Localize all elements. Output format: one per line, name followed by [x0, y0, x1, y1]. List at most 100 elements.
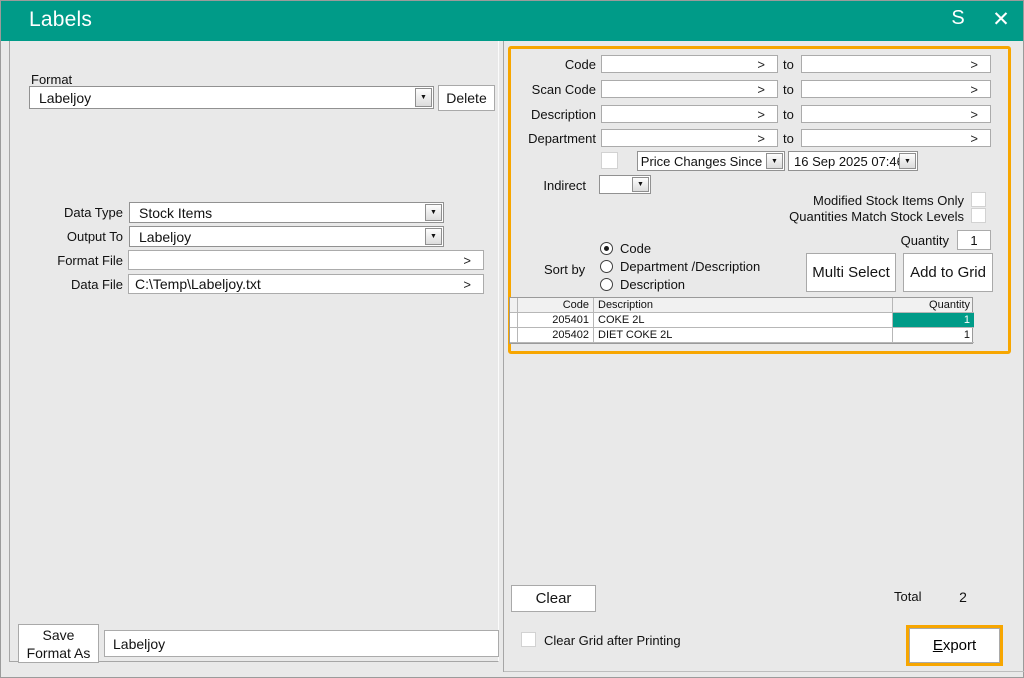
sort-option-department-description[interactable]: Department /Description [600, 259, 760, 274]
quantity-cell-selected[interactable]: 1 [893, 313, 974, 328]
output-to-combobox[interactable]: Labeljoy ▼ [129, 226, 444, 247]
lookup-arrow-icon[interactable]: > [970, 106, 978, 122]
price-changes-date-value: 16 Sep 2025 07:46 [794, 152, 904, 170]
data-file-input[interactable]: C:\Temp\Labeljoy.txt > [128, 274, 484, 294]
to-label: to [783, 107, 794, 122]
description-from-input[interactable]: > [601, 105, 778, 123]
add-to-grid-button[interactable]: Add to Grid [903, 253, 993, 292]
right-panel-bottom-line [504, 671, 1024, 672]
lookup-arrow-icon[interactable]: > [970, 130, 978, 146]
radio-icon [600, 260, 613, 273]
dropdown-arrow-icon[interactable]: ▼ [632, 177, 649, 192]
radio-icon [600, 278, 613, 291]
data-file-value: C:\Temp\Labeljoy.txt [135, 275, 261, 293]
lookup-arrow-icon[interactable]: > [757, 56, 765, 72]
clear-grid-after-printing-label: Clear Grid after Printing [544, 633, 681, 648]
clear-button[interactable]: Clear [511, 585, 596, 612]
indirect-combobox[interactable]: ▼ [599, 175, 651, 194]
browse-arrow-icon[interactable]: > [463, 275, 471, 293]
save-name-value: Labeljoy [113, 631, 165, 656]
delete-button[interactable]: Delete [438, 85, 495, 111]
sort-option-code[interactable]: Code [600, 241, 651, 256]
description-to-input[interactable]: > [801, 105, 991, 123]
export-button[interactable]: Export [909, 628, 1000, 663]
quantity-value: 1 [958, 231, 990, 249]
dropdown-arrow-icon[interactable]: ▼ [899, 153, 916, 169]
quantities-match-label: Quantities Match Stock Levels [762, 209, 964, 224]
scan-code-range-label: Scan Code [506, 82, 596, 97]
data-type-combobox[interactable]: Stock Items ▼ [129, 202, 444, 223]
lookup-arrow-icon[interactable]: > [757, 130, 765, 146]
format-file-label: Format File [21, 253, 123, 268]
sort-option-description[interactable]: Description [600, 277, 685, 292]
dropdown-arrow-icon[interactable]: ▼ [425, 204, 442, 221]
titlebar: Labels S ✕ [1, 1, 1023, 41]
modified-stock-items-label: Modified Stock Items Only [764, 193, 964, 208]
scan-code-to-input[interactable]: > [801, 80, 991, 98]
quantity-input[interactable]: 1 [957, 230, 991, 250]
window-title: Labels [29, 8, 92, 32]
grid-row[interactable]: 205401 COKE 2L 1 [510, 313, 972, 328]
close-icon[interactable]: ✕ [987, 7, 1015, 32]
price-changes-value: Price Changes Since [638, 152, 765, 170]
department-range-label: Department [506, 131, 596, 146]
data-file-label: Data File [21, 277, 123, 292]
code-column-header[interactable]: Code [518, 298, 594, 313]
format-label: Format [31, 72, 72, 87]
price-changes-checkbox[interactable] [601, 152, 618, 169]
labels-window: Labels S ✕ Format Labeljoy ▼ Delete Data… [0, 0, 1024, 678]
scan-code-from-input[interactable]: > [601, 80, 778, 98]
to-label: to [783, 57, 794, 72]
to-label: to [783, 82, 794, 97]
multi-select-button[interactable]: Multi Select [806, 253, 896, 292]
save-format-as-button[interactable]: Save Format As [18, 624, 99, 663]
quantity-column-header[interactable]: Quantity [893, 298, 974, 313]
dropdown-arrow-icon[interactable]: ▼ [425, 228, 442, 245]
price-changes-combobox[interactable]: Price Changes Since ▼ [637, 151, 785, 171]
items-grid: Code Description Quantity 205401 COKE 2L… [509, 297, 973, 344]
format-file-input[interactable]: > [128, 250, 484, 270]
export-highlight-box: Export [906, 625, 1003, 666]
skin-button[interactable]: S [946, 7, 970, 30]
code-to-input[interactable]: > [801, 55, 991, 73]
dropdown-arrow-icon[interactable]: ▼ [415, 88, 432, 107]
lookup-arrow-icon[interactable]: > [970, 81, 978, 97]
quantities-match-checkbox[interactable] [971, 208, 986, 223]
data-type-value: Stock Items [139, 203, 212, 222]
description-range-label: Description [506, 107, 596, 122]
clear-grid-after-printing-checkbox[interactable] [521, 632, 536, 647]
panel-divider [503, 41, 504, 672]
lookup-arrow-icon[interactable]: > [757, 106, 765, 122]
output-to-value: Labeljoy [139, 227, 191, 246]
indirect-label: Indirect [496, 178, 586, 193]
grid-header-row: Code Description Quantity [510, 298, 972, 313]
output-to-label: Output To [21, 229, 123, 244]
format-combobox[interactable]: Labeljoy ▼ [29, 86, 434, 109]
row-selector[interactable] [510, 313, 518, 328]
save-name-input[interactable]: Labeljoy [104, 630, 499, 657]
dropdown-arrow-icon[interactable]: ▼ [766, 153, 783, 169]
row-selector-column [510, 298, 518, 313]
browse-arrow-icon[interactable]: > [463, 251, 471, 269]
description-column-header[interactable]: Description [594, 298, 893, 313]
format-value: Labeljoy [39, 87, 91, 108]
modified-stock-items-checkbox[interactable] [971, 192, 986, 207]
sort-by-label: Sort by [544, 262, 585, 277]
lookup-arrow-icon[interactable]: > [970, 56, 978, 72]
left-panel [9, 41, 499, 662]
quantity-label: Quantity [849, 233, 949, 248]
total-label: Total [894, 589, 921, 604]
lookup-arrow-icon[interactable]: > [757, 81, 765, 97]
row-selector[interactable] [510, 328, 518, 343]
price-changes-date-picker[interactable]: 16 Sep 2025 07:46 ▼ [788, 151, 918, 171]
department-to-input[interactable]: > [801, 129, 991, 147]
grid-row[interactable]: 205402 DIET COKE 2L 1 [510, 328, 972, 343]
code-range-label: Code [506, 57, 596, 72]
total-value: 2 [949, 589, 977, 605]
department-from-input[interactable]: > [601, 129, 778, 147]
quantity-cell[interactable]: 1 [893, 328, 974, 343]
radio-icon [600, 242, 613, 255]
code-from-input[interactable]: > [601, 55, 778, 73]
data-type-label: Data Type [21, 205, 123, 220]
to-label: to [783, 131, 794, 146]
